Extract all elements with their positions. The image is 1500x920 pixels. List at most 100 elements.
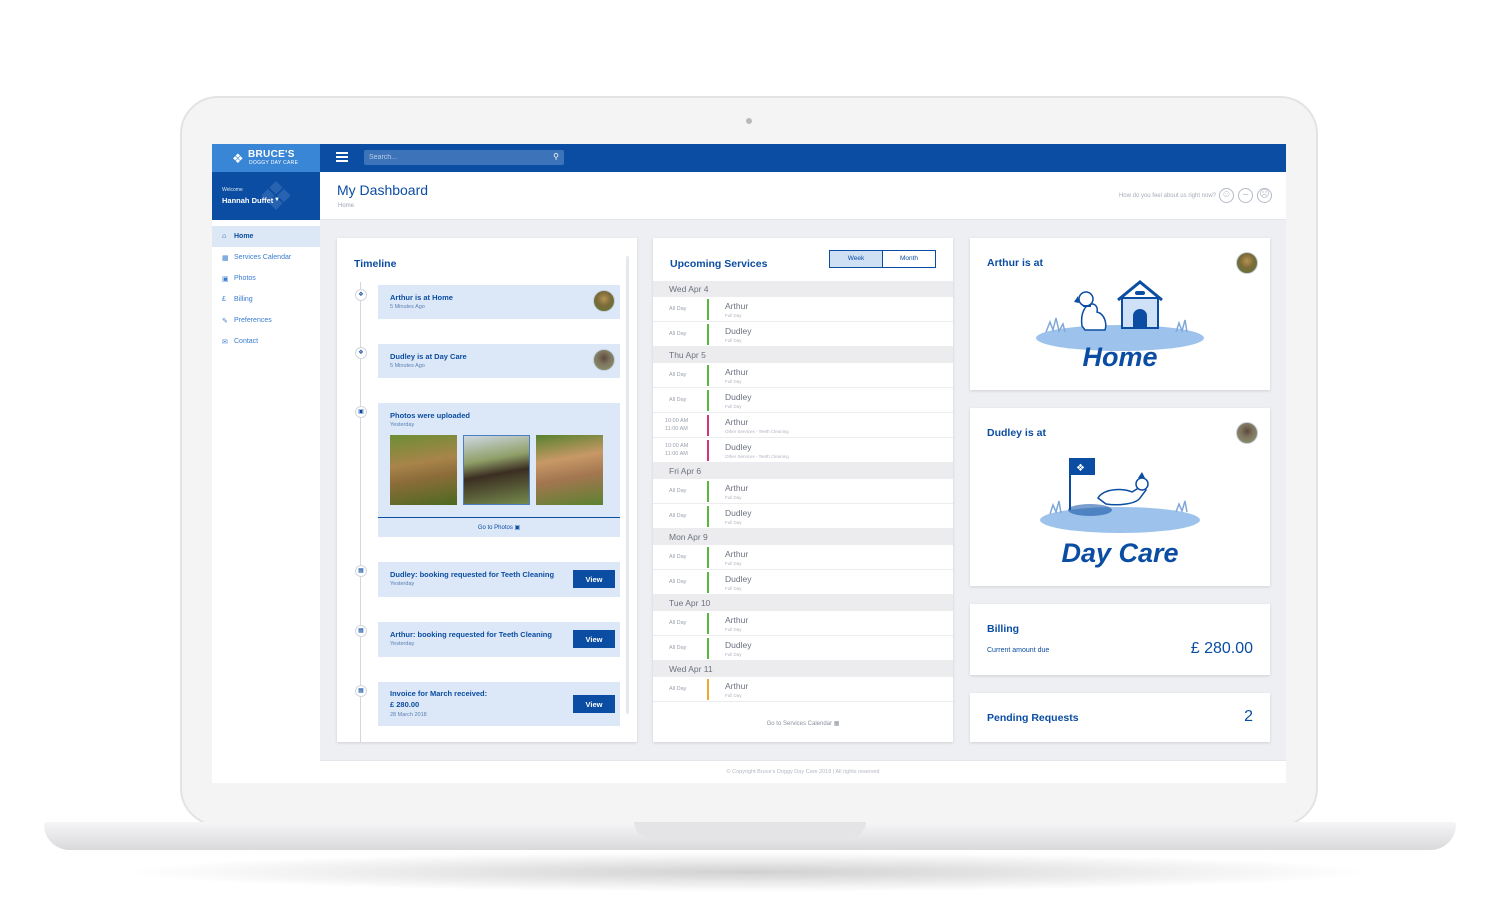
- service-row[interactable]: All Day Dudley Full Day: [653, 636, 953, 661]
- service-color-bar: [707, 415, 709, 436]
- go-to-services-calendar-link[interactable]: Go to Services Calendar ▦: [653, 720, 953, 727]
- sidebar-item-label: Billing: [234, 296, 253, 303]
- happy-face-icon[interactable]: ☺: [1219, 188, 1234, 203]
- laptop-notch: [634, 822, 866, 838]
- sad-face-icon[interactable]: ☹: [1257, 188, 1272, 203]
- sidebar-item-label: Services Calendar: [234, 254, 292, 261]
- sidebar-item-label: Contact: [234, 338, 259, 345]
- billing-subtitle: Current amount due: [987, 647, 1050, 654]
- service-color-bar: [707, 572, 709, 593]
- laptop-shadow: [120, 852, 1380, 892]
- service-start-time: 10:00 AM: [665, 418, 689, 424]
- calendar-icon: ▦: [355, 685, 367, 697]
- timeline-item-text: Arthur is at Home: [390, 293, 453, 302]
- service-row[interactable]: 10:00 AM 11:00 AM Dudley Other Services - T…: [653, 438, 953, 463]
- arthur-status-card[interactable]: Arthur is at Home: [970, 238, 1270, 390]
- dog-photo[interactable]: [390, 435, 457, 505]
- menu-icon[interactable]: [336, 152, 348, 164]
- day-header: Tue Apr 10: [653, 595, 953, 611]
- service-time: All Day: [669, 686, 687, 692]
- pound-icon: £: [222, 296, 226, 303]
- billing-card[interactable]: Billing Current amount due £ 280.00: [970, 604, 1270, 675]
- caret-down-icon[interactable]: ▼: [274, 197, 280, 203]
- service-row[interactable]: All Day Dudley Full Day: [653, 388, 953, 413]
- view-button[interactable]: View: [573, 695, 615, 713]
- service-color-bar: [707, 638, 709, 659]
- service-row[interactable]: 10:00 AM 11:00 AM Arthur Other Services - T…: [653, 413, 953, 438]
- service-time: 10:00 AM 11:00 AM: [665, 417, 688, 433]
- service-dog-name: Dudley: [725, 326, 752, 336]
- sidebar-nav: ⌂ Home ▦ Services Calendar ▣ Photos £ Bi…: [212, 226, 320, 352]
- timeline-item-text: Photos were uploaded: [390, 411, 471, 420]
- timeline-item[interactable]: Dudley is at Day Care 5 Minutes Ago: [378, 344, 620, 378]
- sidebar-item-home[interactable]: ⌂ Home: [212, 226, 320, 247]
- service-type: Full Day: [725, 586, 742, 591]
- service-row[interactable]: All Day Arthur Full Day: [653, 545, 953, 570]
- service-row[interactable]: All Day Arthur Full Day: [653, 363, 953, 388]
- timeline-scrollbar[interactable]: [626, 256, 629, 714]
- service-start-time: 10:00 AM: [665, 443, 689, 449]
- service-color-bar: [707, 365, 709, 386]
- dudley-avatar: [593, 349, 615, 371]
- welcome-label: Welcome: [222, 187, 243, 193]
- service-type: Full Day: [725, 693, 742, 698]
- search-icon[interactable]: ⚲: [553, 152, 559, 161]
- service-row[interactable]: All Day Dudley Full Day: [653, 322, 953, 347]
- search-input[interactable]: [364, 150, 544, 165]
- wrench-icon: ✎: [222, 317, 228, 325]
- sidebar-item-billing[interactable]: £ Billing: [212, 289, 320, 310]
- service-dog-name: Arthur: [725, 681, 749, 691]
- service-color-bar: [707, 299, 709, 320]
- dog-photo[interactable]: [463, 435, 530, 505]
- calendar-icon: ▦: [355, 625, 367, 637]
- service-dog-name: Arthur: [725, 367, 749, 377]
- service-row[interactable]: All Day Arthur Full Day: [653, 479, 953, 504]
- neutral-face-icon[interactable]: –: [1238, 188, 1253, 203]
- timeline-item: Dudley: booking requested for Teeth Clea…: [378, 562, 620, 597]
- service-time: All Day: [669, 554, 687, 560]
- image-icon: ▣: [514, 525, 521, 531]
- top-bar: ❖ BRUCE'S DOGGY DAY CARE ⚲: [212, 144, 1286, 172]
- view-button[interactable]: View: [573, 570, 615, 588]
- service-time: All Day: [669, 306, 687, 312]
- pending-requests-card[interactable]: Pending Requests 2: [970, 693, 1270, 742]
- view-button[interactable]: View: [573, 630, 615, 648]
- breadcrumb[interactable]: Home: [338, 203, 354, 209]
- service-row[interactable]: All Day Dudley Full Day: [653, 504, 953, 529]
- day-header: Wed Apr 11: [653, 661, 953, 677]
- sidebar-item-photos[interactable]: ▣ Photos: [212, 268, 320, 289]
- service-time: All Day: [669, 513, 687, 519]
- service-row[interactable]: All Day Dudley Full Day: [653, 570, 953, 595]
- brand-logo[interactable]: ❖ BRUCE'S DOGGY DAY CARE: [212, 144, 320, 172]
- service-row[interactable]: All Day Arthur Full Day: [653, 611, 953, 636]
- timeline-item-text: Arthur: booking requested for Teeth Clea…: [390, 630, 552, 639]
- timeline-item-photos: Photos were uploaded Yesterday Go to Pho…: [378, 403, 620, 537]
- service-row[interactable]: All Day Arthur Full Day: [653, 677, 953, 702]
- sidebar: ❖ Welcome Hannah Duffet ▼ ⌂ Home ▦ Servi…: [212, 172, 320, 783]
- timeline-item-time: 28 March 2018: [390, 712, 427, 718]
- arthur-status-title: Arthur is at: [987, 257, 1044, 269]
- sidebar-item-contact[interactable]: ✉ Contact: [212, 331, 320, 352]
- service-row[interactable]: All Day Arthur Full Day: [653, 297, 953, 322]
- page-title: My Dashboard: [337, 182, 429, 198]
- user-welcome[interactable]: ❖ Welcome Hannah Duffet ▼: [212, 172, 320, 220]
- calendar-link-label: Go to Services Calendar: [766, 721, 833, 727]
- sidebar-item-services-calendar[interactable]: ▦ Services Calendar: [212, 247, 320, 268]
- service-type: Full Day: [725, 338, 742, 343]
- dog-photo[interactable]: [536, 435, 603, 505]
- brand-title: BRUCE'S: [248, 149, 295, 160]
- timeline-item-time: Yesterday: [390, 581, 415, 587]
- service-type: Full Day: [725, 404, 742, 409]
- month-toggle[interactable]: Month: [883, 251, 935, 267]
- dudley-status-card[interactable]: Dudley is at ❖ Day Care: [970, 408, 1270, 586]
- timeline-item[interactable]: Arthur is at Home 5 Minutes Ago: [378, 285, 620, 319]
- billing-title: Billing: [987, 623, 1020, 635]
- day-header: Fri Apr 6: [653, 463, 953, 479]
- timeline-card: Timeline ❖ Arthur is at Home 5 Minutes A…: [337, 238, 637, 742]
- sidebar-item-preferences[interactable]: ✎ Preferences: [212, 310, 320, 331]
- timeline-item-text: Dudley: booking requested for Teeth Clea…: [390, 570, 555, 579]
- week-toggle[interactable]: Week: [830, 251, 883, 267]
- service-dog-name: Dudley: [725, 442, 752, 452]
- go-to-photos-link[interactable]: Go to Photos ▣: [378, 517, 620, 531]
- timeline-item-time: 5 Minutes Ago: [390, 363, 425, 369]
